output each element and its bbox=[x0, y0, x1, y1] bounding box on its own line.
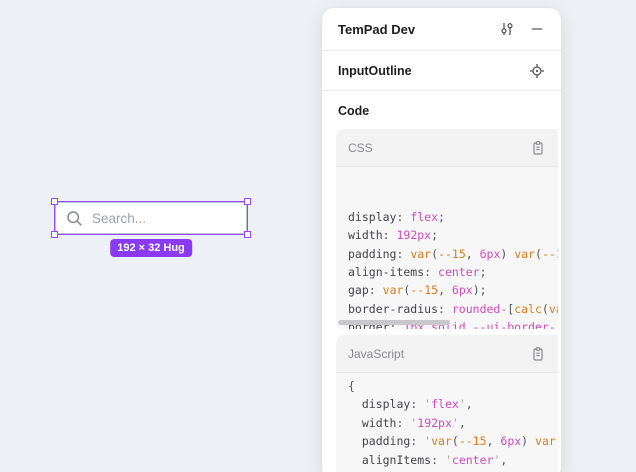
figma-canvas: Search... 192 × 32 Hug TemPad Dev bbox=[0, 0, 636, 472]
clipboard-icon bbox=[530, 346, 546, 362]
javascript-block-label: JavaScript bbox=[348, 347, 528, 361]
css-code-block: CSS display: flex;width: 1 bbox=[336, 129, 558, 329]
panel-header: TemPad Dev bbox=[322, 8, 561, 51]
tempad-dev-panel: TemPad Dev bbox=[322, 8, 561, 472]
css-block-label: CSS bbox=[348, 141, 528, 155]
locate-button[interactable] bbox=[527, 61, 547, 81]
size-badge: 192 × 32 Hug bbox=[110, 239, 192, 257]
selection-outline[interactable] bbox=[54, 201, 248, 235]
copy-javascript-button[interactable] bbox=[528, 344, 548, 364]
code-line: padding: 'var(--15, 6px) var( bbox=[348, 432, 558, 450]
selection-handle-bottom-right[interactable] bbox=[244, 231, 251, 238]
javascript-code-block: JavaScript { display: 'flex', width bbox=[336, 335, 558, 472]
css-code-body[interactable]: display: flex;width: 192px;padding: var(… bbox=[336, 167, 558, 329]
copy-css-button[interactable] bbox=[528, 138, 548, 158]
panel-title: TemPad Dev bbox=[338, 22, 497, 37]
code-line: { bbox=[348, 377, 558, 395]
code-section: Code CSS bbox=[322, 91, 561, 472]
css-block-header: CSS bbox=[336, 129, 558, 167]
crosshair-icon bbox=[529, 63, 545, 79]
component-name: InputOutline bbox=[338, 64, 527, 78]
sliders-icon bbox=[499, 21, 515, 37]
code-line: align-items: center; bbox=[348, 263, 558, 281]
code-line: display: 'flex', bbox=[348, 395, 558, 413]
code-line: display: flex; bbox=[348, 208, 558, 226]
code-section-title: Code bbox=[336, 104, 558, 118]
selection-handle-top-left[interactable] bbox=[51, 198, 58, 205]
horizontal-scrollbar[interactable] bbox=[338, 320, 450, 325]
code-line: width: 192px; bbox=[348, 226, 558, 244]
code-line: alignItems: 'center', bbox=[348, 451, 558, 469]
selected-component-row: InputOutline bbox=[322, 51, 561, 91]
code-line: padding: var(--15, 6px) var(--15 bbox=[348, 245, 558, 263]
minimize-button[interactable] bbox=[527, 19, 547, 39]
javascript-block-header: JavaScript bbox=[336, 335, 558, 373]
clipboard-icon bbox=[530, 140, 546, 156]
selection-handle-top-right[interactable] bbox=[244, 198, 251, 205]
preferences-button[interactable] bbox=[497, 19, 517, 39]
minus-icon bbox=[530, 22, 544, 36]
code-line: gap: var(--15, 6px); bbox=[348, 281, 558, 299]
code-line: border-radius: rounded-[calc(var bbox=[348, 300, 558, 318]
code-line: width: '192px', bbox=[348, 414, 558, 432]
selection-handle-bottom-left[interactable] bbox=[51, 231, 58, 238]
javascript-code-body[interactable]: { display: 'flex', width: '192px', paddi… bbox=[336, 373, 558, 472]
